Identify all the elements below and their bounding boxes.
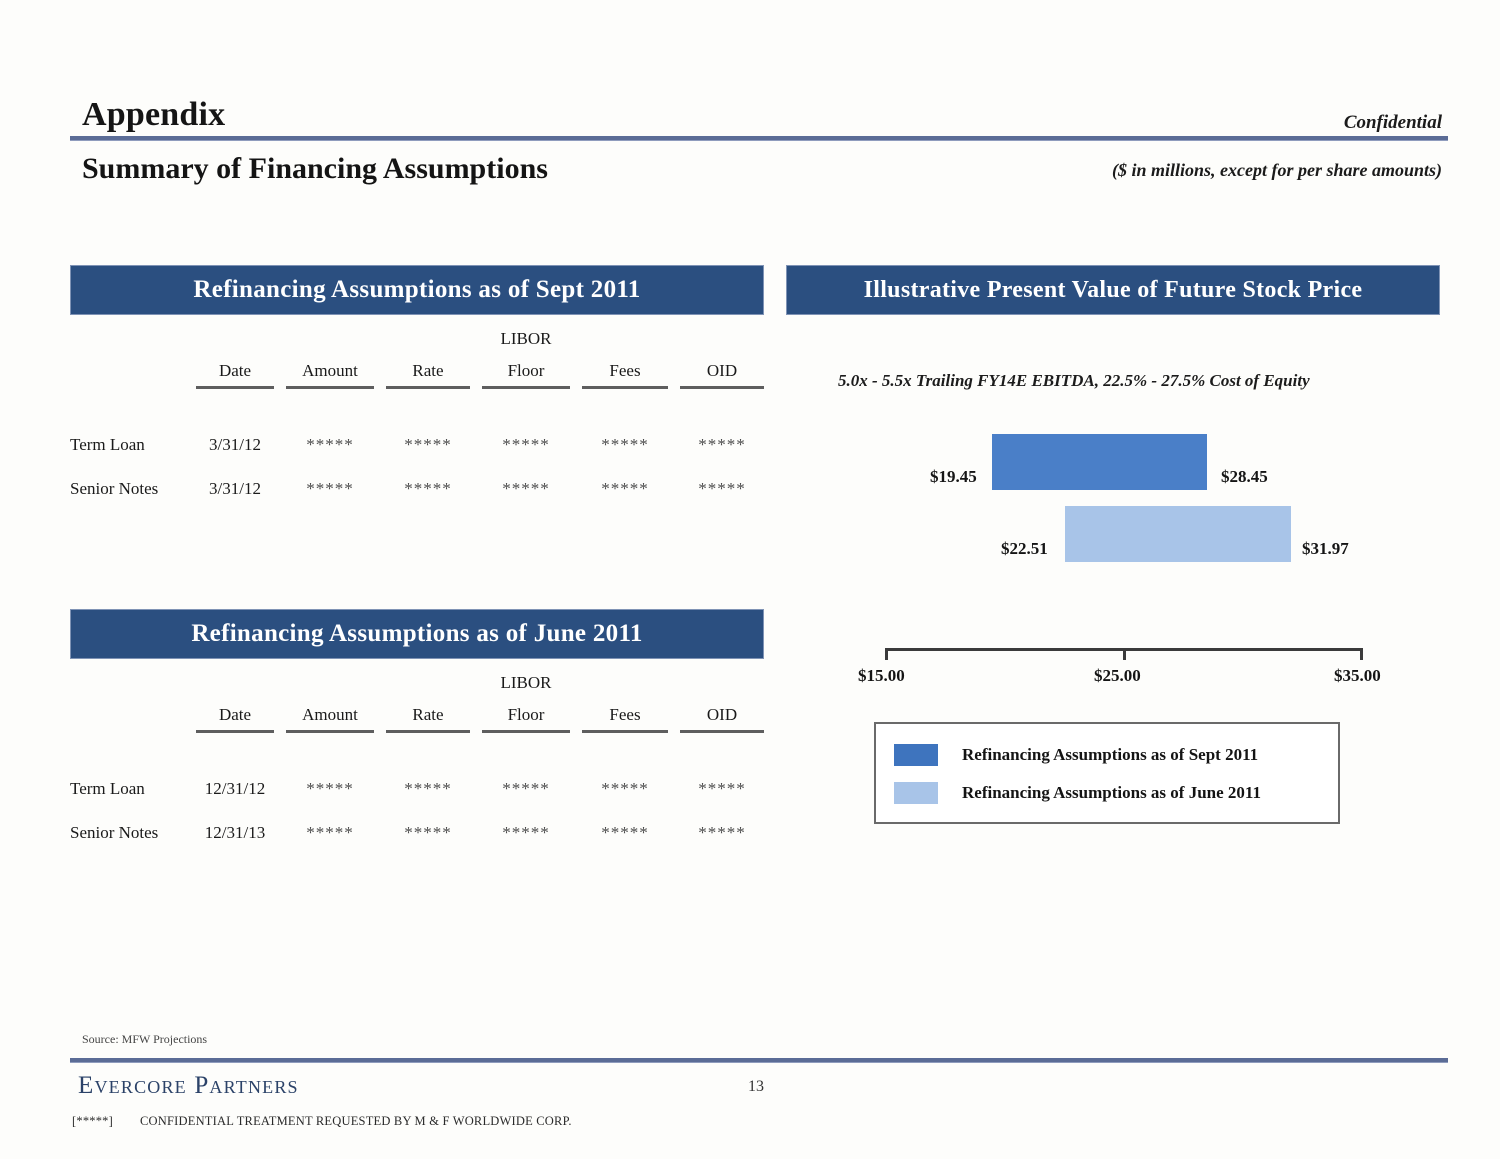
banner-sept-2011: Refinancing Assumptions as of Sept 2011 <box>70 265 764 315</box>
legend-swatch-sept <box>894 744 938 766</box>
row-label-term-loan: Term Loan <box>70 779 145 798</box>
cell-rate: ***** <box>404 779 452 798</box>
legal-redaction-tag: [*****] <box>72 1114 113 1128</box>
page-number: 13 <box>748 1078 764 1095</box>
bar-low-label-sept: $19.45 <box>930 467 977 486</box>
table-header-row: Date Amount Rate Floor Fees OID <box>70 693 770 733</box>
group-header-libor: LIBOR <box>500 673 552 692</box>
legend-label-june: Refinancing Assumptions as of June 2011 <box>962 783 1261 802</box>
chart-subtitle: 5.0x - 5.5x Trailing FY14E EBITDA, 22.5%… <box>838 371 1310 390</box>
cell-fees: ***** <box>601 479 649 498</box>
column-header-floor: Floor <box>476 693 576 733</box>
stock-price-range-chart: $19.45 $28.45 $22.51 $31.97 $15.00 $25.0… <box>840 420 1440 690</box>
banner-june-2011: Refinancing Assumptions as of June 2011 <box>70 609 764 659</box>
axis-tick-label-15: $15.00 <box>858 666 905 685</box>
cell-floor: ***** <box>502 779 550 798</box>
column-header-fees: Fees <box>576 693 674 733</box>
cell-amount: ***** <box>306 779 354 798</box>
column-header-rate: Rate <box>380 693 476 733</box>
row-label-senior-notes: Senior Notes <box>70 479 159 498</box>
bar-high-label-june: $31.97 <box>1302 539 1349 558</box>
range-bar-june-2011 <box>1065 506 1291 562</box>
table-row: Senior Notes 3/31/12 ***** ***** ***** *… <box>70 467 770 511</box>
column-header-rate: Rate <box>380 349 476 389</box>
page-title: Summary of Financing Assumptions <box>82 152 548 185</box>
cell-date: 3/31/12 <box>209 479 261 498</box>
axis-tick-label-35: $35.00 <box>1334 666 1381 685</box>
cell-fees: ***** <box>601 435 649 454</box>
column-header-amount: Amount <box>280 693 380 733</box>
cell-amount: ***** <box>306 435 354 454</box>
cell-rate: ***** <box>404 823 452 842</box>
table-header-row: Date Amount Rate Floor Fees OID <box>70 349 770 389</box>
cell-amount: ***** <box>306 823 354 842</box>
cell-fees: ***** <box>601 823 649 842</box>
column-header-floor: Floor <box>476 349 576 389</box>
table-row: Term Loan 12/31/12 ***** ***** ***** ***… <box>70 767 770 811</box>
legal-notice: CONFIDENTIAL TREATMENT REQUESTED BY M & … <box>140 1114 572 1128</box>
appendix-title: Appendix <box>82 96 226 133</box>
cell-rate: ***** <box>404 479 452 498</box>
header-divider <box>70 136 1448 140</box>
legend-swatch-june <box>894 782 938 804</box>
column-header-date: Date <box>190 349 280 389</box>
banner-stock-price-chart: Illustrative Present Value of Future Sto… <box>786 265 1440 315</box>
chart-axis-tick-start <box>885 648 888 660</box>
table-group-header-row: LIBOR <box>70 315 770 349</box>
confidential-label: Confidential <box>1343 112 1442 133</box>
table-sept-2011: LIBOR Date Amount Rate Floor Fees OID Te… <box>70 315 770 511</box>
source-note: Source: MFW Projections <box>82 1032 208 1046</box>
cell-floor: ***** <box>502 823 550 842</box>
cell-oid: ***** <box>698 479 746 498</box>
table-spacer-row <box>70 733 770 767</box>
column-header-fees: Fees <box>576 349 674 389</box>
chart-axis-tick-end <box>1360 648 1363 660</box>
cell-fees: ***** <box>601 779 649 798</box>
banner-chart-label: Illustrative Present Value of Future Sto… <box>863 276 1363 303</box>
banner-sept-label: Refinancing Assumptions as of Sept 2011 <box>193 276 641 303</box>
table-row: Term Loan 3/31/12 ***** ***** ***** ****… <box>70 423 770 467</box>
table-row: Senior Notes 12/31/13 ***** ***** ***** … <box>70 811 770 855</box>
cell-oid: ***** <box>698 779 746 798</box>
banner-june-label: Refinancing Assumptions as of June 2011 <box>191 620 643 647</box>
units-note: ($ in millions, except for per share amo… <box>1111 160 1442 180</box>
cell-date: 12/31/12 <box>204 779 266 798</box>
axis-tick-label-25: $25.00 <box>1094 666 1141 685</box>
cell-oid: ***** <box>698 823 746 842</box>
table-group-header-row: LIBOR <box>70 659 770 693</box>
chart-legend: Refinancing Assumptions as of Sept 2011 … <box>874 722 1340 824</box>
cell-rate: ***** <box>404 435 452 454</box>
bar-high-label-sept: $28.45 <box>1221 467 1268 486</box>
table-spacer-row <box>70 389 770 423</box>
slide-page: Appendix Confidential Summary of Financi… <box>0 0 1500 1159</box>
column-header-oid: OID <box>674 349 770 389</box>
cell-floor: ***** <box>502 479 550 498</box>
range-bar-sept-2011 <box>992 434 1207 490</box>
chart-axis-tick-mid <box>1123 648 1126 660</box>
column-header-date: Date <box>190 693 280 733</box>
cell-amount: ***** <box>306 479 354 498</box>
cell-date: 3/31/12 <box>209 435 261 454</box>
column-header-amount: Amount <box>280 349 380 389</box>
legend-item-june: Refinancing Assumptions as of June 2011 <box>894 774 1338 812</box>
legend-item-sept: Refinancing Assumptions as of Sept 2011 <box>894 736 1338 774</box>
cell-oid: ***** <box>698 435 746 454</box>
row-label-senior-notes: Senior Notes <box>70 823 159 842</box>
table-june-2011: LIBOR Date Amount Rate Floor Fees OID Te… <box>70 659 770 855</box>
column-header-oid: OID <box>674 693 770 733</box>
legend-label-sept: Refinancing Assumptions as of Sept 2011 <box>962 745 1259 764</box>
brand-logo: Evercore Partners <box>78 1072 299 1099</box>
footer-divider <box>70 1058 1448 1062</box>
cell-date: 12/31/13 <box>204 823 266 842</box>
row-label-term-loan: Term Loan <box>70 435 145 454</box>
group-header-libor: LIBOR <box>500 329 552 348</box>
cell-floor: ***** <box>502 435 550 454</box>
bar-low-label-june: $22.51 <box>1001 539 1048 558</box>
